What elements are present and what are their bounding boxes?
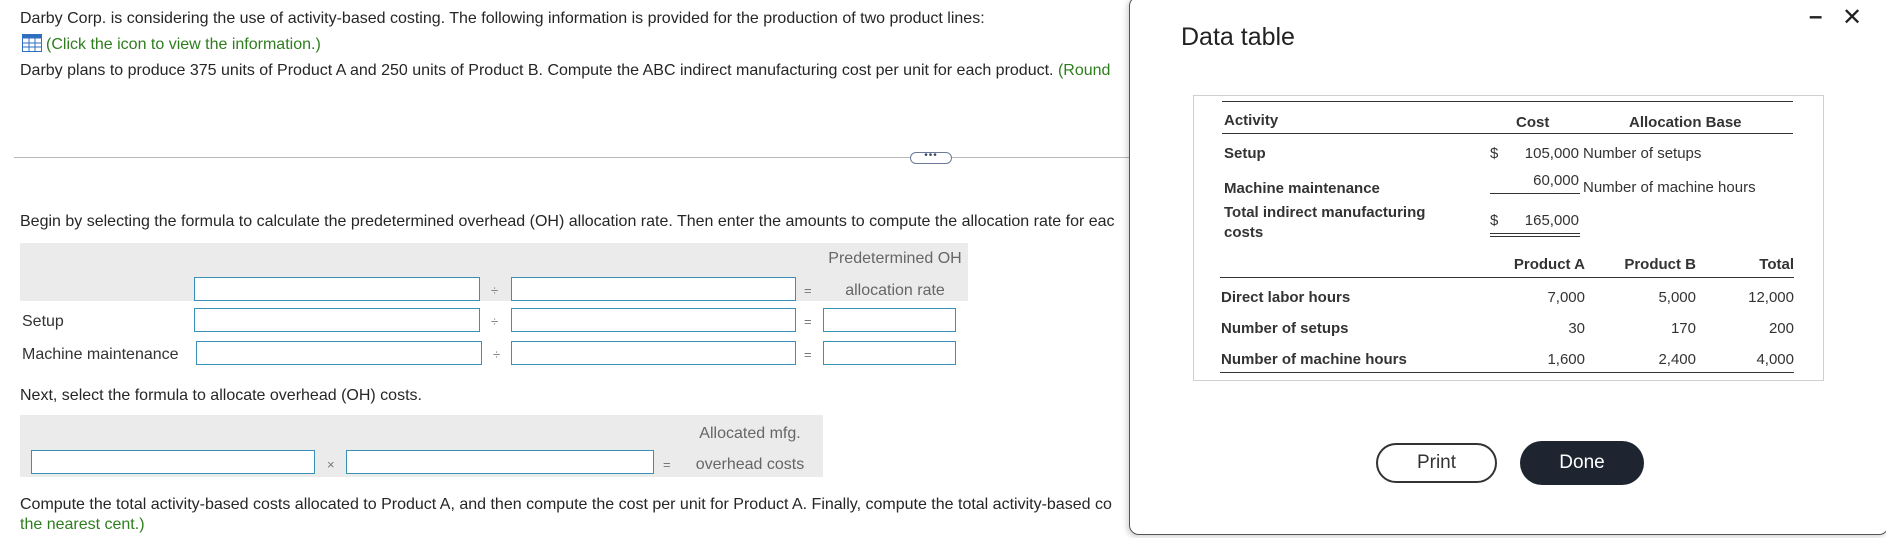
view-info-link-text[interactable]: (Click the icon to view the information.… bbox=[46, 36, 321, 53]
divide-symbol: ÷ bbox=[491, 283, 499, 298]
row-label-setup: Setup bbox=[22, 313, 64, 330]
col-cost: Cost bbox=[1516, 114, 1550, 131]
rate-header-line2: allocation rate bbox=[845, 282, 945, 299]
cell-product-a: 7,000 bbox=[1547, 289, 1585, 306]
expand-button[interactable]: ••• bbox=[910, 151, 952, 164]
data-table-dialog: Data table – ✕ Activity Cost Allocation … bbox=[1129, 0, 1886, 535]
data-table-panel: Activity Cost Allocation Base Setup $ 10… bbox=[1193, 95, 1824, 381]
machine-numerator-input[interactable] bbox=[196, 341, 482, 365]
done-button[interactable]: Done bbox=[1520, 441, 1644, 485]
rounding-note-cont: the nearest cent.) bbox=[20, 516, 145, 533]
minimize-icon[interactable]: – bbox=[1809, 3, 1822, 31]
total-label-line2: costs bbox=[1224, 224, 1264, 241]
setup-base: Number of setups bbox=[1583, 145, 1702, 162]
setup-rate-input[interactable] bbox=[823, 308, 956, 332]
divide-symbol: ÷ bbox=[491, 314, 499, 329]
step2-instruction: Next, select the formula to allocate ove… bbox=[20, 387, 422, 404]
section-divider bbox=[14, 157, 1129, 158]
cell-product-a: 30 bbox=[1568, 320, 1585, 337]
cell-total: 4,000 bbox=[1756, 351, 1794, 368]
col-total: Total bbox=[1759, 256, 1794, 273]
setup-cost: 105,000 bbox=[1524, 145, 1579, 162]
cell-total: 200 bbox=[1768, 320, 1794, 337]
alloc-formula-second-select[interactable] bbox=[346, 450, 654, 474]
equals-symbol: = bbox=[804, 283, 812, 298]
times-symbol: × bbox=[327, 457, 335, 472]
alloc-formula-first-select[interactable] bbox=[31, 450, 315, 474]
table-icon bbox=[22, 34, 42, 52]
row-label: Number of machine hours bbox=[1221, 351, 1407, 368]
cell-product-a: 1,600 bbox=[1547, 351, 1585, 368]
machine-base: Number of machine hours bbox=[1583, 179, 1756, 196]
total-label-line1: Total indirect manufacturing bbox=[1224, 204, 1426, 221]
step1-instruction: Begin by selecting the formula to calcul… bbox=[20, 213, 1115, 230]
machine-cost: 60,000 bbox=[1533, 172, 1579, 189]
step3-instruction: Compute the total activity-based costs a… bbox=[20, 496, 1112, 513]
setup-dollar: $ bbox=[1490, 145, 1499, 162]
row-label-machine-maintenance: Machine maintenance bbox=[22, 346, 179, 363]
col-activity: Activity bbox=[1224, 112, 1279, 129]
equals-symbol: = bbox=[804, 347, 812, 362]
total-cost: 165,000 bbox=[1524, 212, 1579, 229]
dialog-title: Data table bbox=[1181, 23, 1295, 51]
row-label: Number of setups bbox=[1221, 320, 1349, 337]
question-instruction: Darby plans to produce 375 units of Prod… bbox=[20, 62, 1111, 79]
setup-numerator-input[interactable] bbox=[194, 308, 480, 332]
col-product-b: Product B bbox=[1624, 256, 1696, 273]
total-dollar: $ bbox=[1490, 212, 1499, 229]
rounding-note: (Round bbox=[1057, 62, 1111, 79]
equals-symbol: = bbox=[804, 314, 812, 329]
rate-formula-denominator-select[interactable] bbox=[511, 277, 796, 301]
row-label: Direct labor hours bbox=[1221, 289, 1351, 306]
print-button[interactable]: Print bbox=[1376, 443, 1497, 483]
cell-product-b: 170 bbox=[1670, 320, 1696, 337]
cell-product-b: 5,000 bbox=[1658, 289, 1696, 306]
cell-product-b: 2,400 bbox=[1658, 351, 1696, 368]
machine-denominator-input[interactable] bbox=[511, 341, 796, 365]
col-product-a: Product A bbox=[1513, 256, 1585, 273]
alloc-header-line1: Allocated mfg. bbox=[699, 425, 801, 442]
rate-formula-numerator-select[interactable] bbox=[194, 277, 480, 301]
rate-header-line1: Predetermined OH bbox=[828, 250, 962, 267]
activity-setup: Setup bbox=[1224, 145, 1266, 162]
question-intro: Darby Corp. is considering the use of ac… bbox=[20, 10, 985, 27]
view-info-link[interactable]: (Click the icon to view the information.… bbox=[22, 34, 321, 54]
activity-machine-maintenance: Machine maintenance bbox=[1224, 180, 1380, 197]
equals-symbol: = bbox=[663, 457, 671, 472]
divide-symbol: ÷ bbox=[493, 347, 501, 362]
setup-denominator-input[interactable] bbox=[511, 308, 796, 332]
cell-total: 12,000 bbox=[1748, 289, 1794, 306]
machine-rate-input[interactable] bbox=[823, 341, 956, 365]
alloc-header-line2: overhead costs bbox=[695, 456, 805, 473]
col-allocation-base: Allocation Base bbox=[1629, 114, 1742, 131]
close-icon[interactable]: ✕ bbox=[1842, 3, 1862, 32]
